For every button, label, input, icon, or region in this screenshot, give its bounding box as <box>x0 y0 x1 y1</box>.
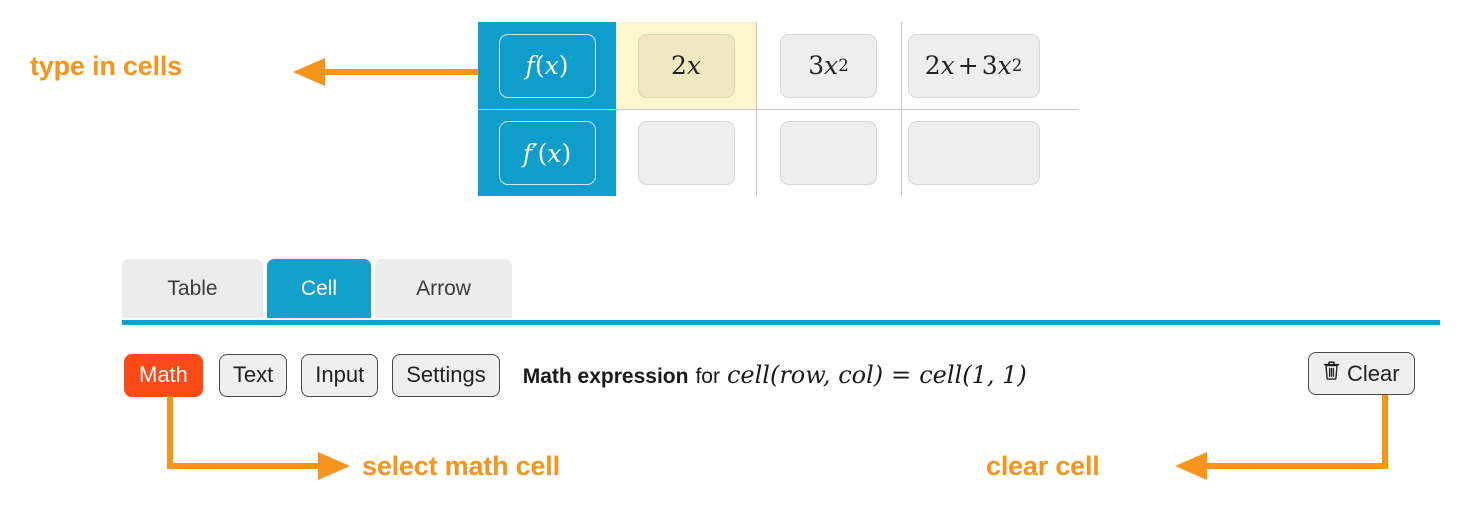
math-button-label: Math <box>139 362 188 387</box>
cell-content-r1c1: 2x <box>637 33 735 98</box>
tab-arrow-label: Arrow <box>416 276 471 300</box>
r1c3-coef2: 3 <box>981 51 998 80</box>
trash-icon <box>1323 361 1340 384</box>
table-row: f(x) 2x 3x2 2 x +3 x 2 <box>478 22 1078 110</box>
table-cell-r2c1[interactable] <box>616 110 756 196</box>
fx-open-paren: ( <box>534 51 545 80</box>
cell-content-r2c1 <box>637 121 735 185</box>
cell-content-r2c3 <box>907 121 1040 185</box>
status-formula-left-args: (row, col) <box>769 361 884 389</box>
fx-fn: f <box>525 51 535 80</box>
annotation-select-math-cell: select math cell <box>362 451 560 481</box>
text-button[interactable]: Text <box>218 353 288 397</box>
fpx-var: x <box>547 138 562 168</box>
table-cell-r1c1[interactable]: 2x <box>616 22 756 109</box>
fpx-fn: f <box>522 138 532 168</box>
text-button-label: Text <box>232 362 274 387</box>
cell-content-r1c3: 2 x +3 x 2 <box>907 33 1040 98</box>
tab-strip: Table Cell Arrow <box>122 259 512 318</box>
cell-content-r1c2: 3x2 <box>780 33 877 98</box>
status-strong-label: Math expression <box>522 365 689 388</box>
annotation-type-in-cells: type in cells <box>30 51 182 81</box>
math-table: f(x) 2x 3x2 2 x +3 x 2 f ′(x) <box>478 22 1078 197</box>
clear-button-label: Clear <box>1347 360 1400 386</box>
input-button-label: Input <box>315 362 365 387</box>
arrow-clear-cell <box>1175 395 1388 480</box>
cell-content-r2c2 <box>780 121 877 185</box>
row-header-label-fprimex: f ′(x) <box>498 121 596 185</box>
status-equals: = <box>891 361 912 389</box>
status-line: Math expression for cell (row, col) = ce… <box>523 361 1027 389</box>
table-row: f ′(x) <box>478 109 1078 197</box>
r1c3-exp2: 2 <box>1011 56 1023 75</box>
tab-table[interactable]: Table <box>122 259 263 318</box>
fpx-close-paren: ) <box>561 138 572 168</box>
tab-table-label: Table <box>167 276 218 300</box>
status-connector-label: for <box>695 365 720 388</box>
table-cell-r2c3[interactable] <box>901 109 1046 197</box>
r1c1-var: x <box>686 51 701 80</box>
input-button[interactable]: Input <box>301 353 379 397</box>
r1c3-var1: x <box>940 51 955 80</box>
r1c3-var2: x <box>997 51 1012 80</box>
fpx-open-paren: ( <box>537 138 548 168</box>
r1c2-coef: 3 <box>808 51 825 80</box>
fx-close-paren: ) <box>558 51 569 80</box>
r1c2-exp: 2 <box>838 56 849 75</box>
table-cell-r1c3[interactable]: 2 x +3 x 2 <box>901 22 1046 110</box>
tab-cell-label: Cell <box>300 276 338 300</box>
table-cell-r2c2[interactable] <box>756 109 901 197</box>
tab-cell[interactable]: Cell <box>267 259 371 318</box>
toolbar: Math Text Input Settings Math expression… <box>124 352 1027 398</box>
row-header-cell-fprimex[interactable]: f ′(x) <box>478 110 616 196</box>
row-header-label-fx: f(x) <box>498 33 596 98</box>
status-formula-left-fn: cell <box>726 361 770 389</box>
settings-button[interactable]: Settings <box>392 353 500 397</box>
r1c3-coef1: 2 <box>924 51 941 80</box>
arrow-type-in-cells <box>293 58 478 86</box>
table-cell-r1c2[interactable]: 3x2 <box>756 22 901 110</box>
r1c2-var: x <box>824 51 839 80</box>
arrow-select-math-cell <box>167 396 350 480</box>
r1c1-coef: 2 <box>670 51 687 80</box>
math-button[interactable]: Math <box>124 353 203 397</box>
settings-button-label: Settings <box>406 362 486 387</box>
row-header-cell-fx[interactable]: f(x) <box>478 22 616 109</box>
status-formula-right-args: (1, 1) <box>962 361 1027 389</box>
annotation-clear-cell: clear cell <box>986 451 1100 481</box>
tab-underline <box>122 320 1440 325</box>
fx-var: x <box>544 51 559 80</box>
tab-arrow[interactable]: Arrow <box>375 259 512 318</box>
clear-button[interactable]: Clear <box>1308 352 1415 395</box>
r1c3-operator: + <box>957 51 979 80</box>
status-formula-right-fn: cell <box>919 361 963 389</box>
